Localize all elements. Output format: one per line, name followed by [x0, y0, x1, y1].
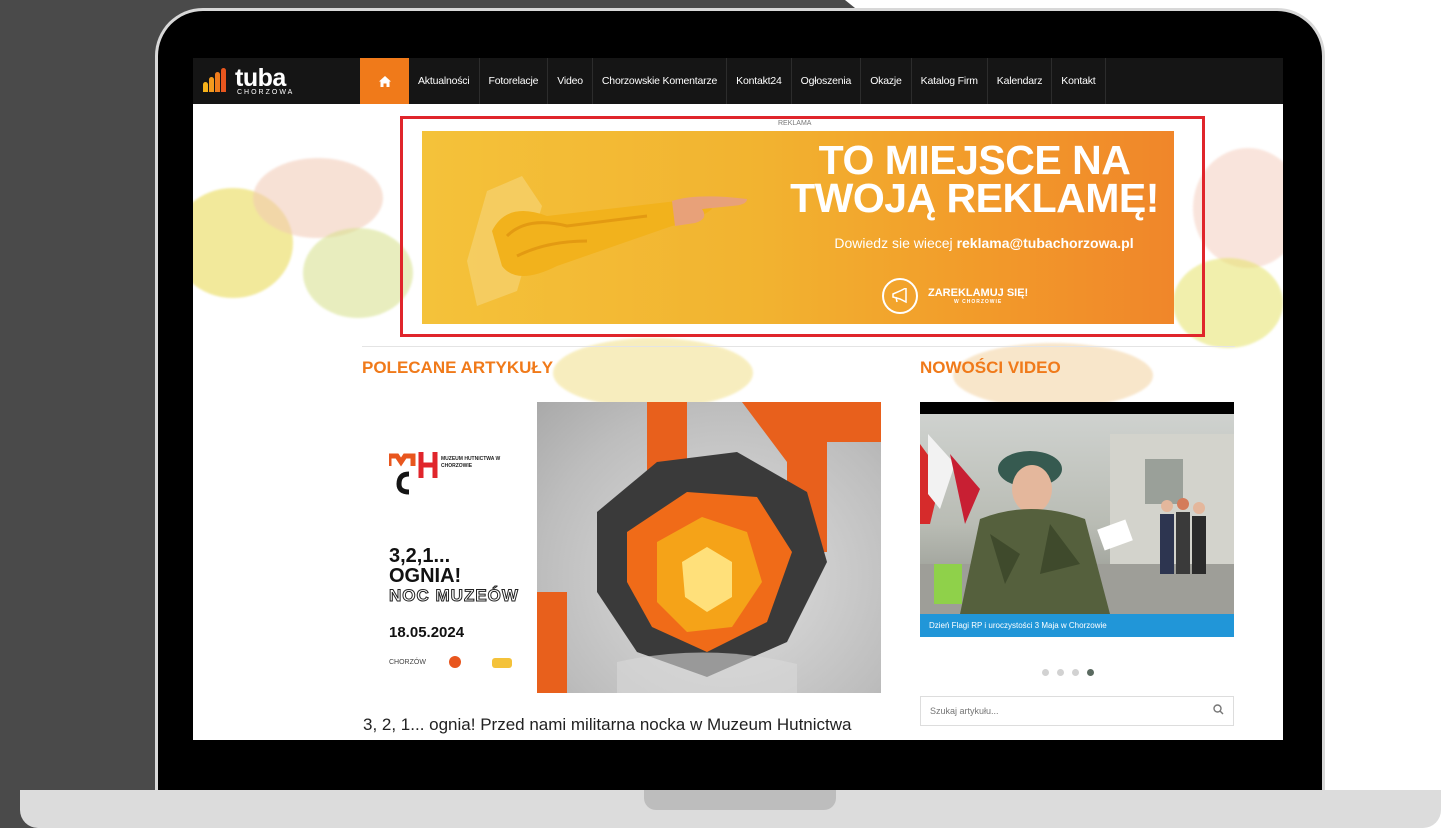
bg-blob: [1193, 148, 1283, 268]
megaphone-icon: [882, 278, 918, 314]
laptop-notch: [644, 790, 836, 810]
slider-dot[interactable]: [1057, 669, 1064, 676]
logo-main-text: tuba: [235, 63, 286, 92]
poster-text-panel: MUZEUM HUTNICTWA W CHORZOWIE 3,2,1... OG…: [369, 402, 537, 693]
ad-cta-sublabel: W CHORZOWIE: [954, 299, 1003, 305]
pointing-arm-illustration: [467, 176, 747, 306]
ad-banner[interactable]: TO MIEJSCE NA TWOJĄ REKLAMĘ! Dowiedz sie…: [422, 131, 1174, 324]
logo-sub-text: CHORZOWA: [237, 88, 295, 96]
ad-label: REKLAMA: [778, 120, 812, 127]
ad-subtext: Dowiedz sie wiecej reklama@tubachorzowa.…: [794, 235, 1174, 251]
nav-home-button[interactable]: [360, 58, 409, 104]
bg-blob: [253, 158, 383, 238]
section-divider: [362, 346, 1235, 347]
bg-blob: [303, 228, 413, 318]
logo-text: tuba CHORZOWA: [235, 63, 295, 96]
poster-line2: OGNIA!: [389, 565, 462, 587]
home-icon: [378, 75, 391, 87]
slider-dot[interactable]: [1072, 669, 1079, 676]
section-title-recommended[interactable]: POLECANE ARTYKUŁY: [362, 358, 553, 378]
nav-item-aktualnosci[interactable]: Aktualności: [409, 58, 480, 104]
video-thumbnail: [920, 414, 1234, 614]
search-icon[interactable]: [1213, 704, 1224, 718]
ad-headline-line1: TO MIEJSCE NA: [818, 137, 1131, 183]
explosion-illustration: [537, 402, 881, 693]
nav-item-okazje[interactable]: Okazje: [861, 58, 912, 104]
poster-city: CHORZÓW: [389, 659, 426, 666]
search-input[interactable]: [930, 706, 1190, 716]
nav-item-kontakt24[interactable]: Kontakt24: [727, 58, 792, 104]
partner-logo: [492, 658, 512, 668]
poster-line3: NOC MUZEÓW: [389, 586, 519, 606]
ad-headline-line2: TWOJĄ REKLAMĘ!: [790, 175, 1159, 221]
ad-sub-prefix: Dowiedz sie wiecej: [834, 235, 953, 251]
video-caption[interactable]: Dzień Flagi RP i uroczystości 3 Maja w C…: [920, 614, 1234, 637]
feature-article-image[interactable]: MUZEUM HUTNICTWA W CHORZOWIE 3,2,1... OG…: [369, 402, 881, 693]
article-search: [920, 696, 1234, 726]
nav-item-video[interactable]: Video: [548, 58, 593, 104]
slider-dot[interactable]: [1042, 669, 1049, 676]
slider-dot-active[interactable]: [1087, 669, 1094, 676]
partner-logo: [449, 656, 461, 668]
browser-screen: tuba CHORZOWA Aktualności Fotorelacje Vi…: [193, 58, 1283, 740]
poster-date: 18.05.2024: [389, 624, 465, 641]
ceremony-photo-illustration: [920, 434, 1234, 614]
ad-cta-text: ZAREKLAMUJ SIĘ! W CHORZOWIE: [928, 287, 1028, 305]
ad-cta[interactable]: ZAREKLAMUJ SIĘ! W CHORZOWIE: [882, 278, 1028, 314]
poster-museum-name: MUZEUM HUTNICTWA W CHORZOWIE: [441, 456, 501, 469]
nav-item-ogloszenia[interactable]: Ogłoszenia: [792, 58, 862, 104]
ad-headline: TO MIEJSCE NA TWOJĄ REKLAMĘ!: [782, 137, 1167, 221]
top-navbar: tuba CHORZOWA Aktualności Fotorelacje Vi…: [193, 58, 1283, 104]
bg-blob: [553, 338, 753, 408]
nav-item-kontakt[interactable]: Kontakt: [1052, 58, 1106, 104]
video-slider[interactable]: Dzień Flagi RP i uroczystości 3 Maja w C…: [920, 402, 1234, 637]
slider-dots: [1042, 669, 1094, 676]
nav-item-kalendarz[interactable]: Kalendarz: [988, 58, 1053, 104]
logo-icon: [203, 68, 229, 94]
poster-image-panel: [537, 402, 881, 693]
nav-item-fotorelacje[interactable]: Fotorelacje: [480, 58, 549, 104]
nav-item-chorzowskie-komentarze[interactable]: Chorzowskie Komentarze: [593, 58, 728, 104]
stage: tuba CHORZOWA Aktualności Fotorelacje Vi…: [0, 0, 1441, 828]
site-logo[interactable]: tuba CHORZOWA: [193, 58, 360, 104]
nav-item-katalog-firm[interactable]: Katalog Firm: [912, 58, 988, 104]
feature-article-title[interactable]: 3, 2, 1... ognia! Przed nami militarna n…: [363, 715, 852, 735]
section-title-video[interactable]: NOWOŚCI VIDEO: [920, 358, 1061, 378]
ad-email[interactable]: reklama@tubachorzowa.pl: [957, 235, 1134, 251]
ad-cta-label: ZAREKLAMUJ SIĘ!: [928, 287, 1029, 299]
